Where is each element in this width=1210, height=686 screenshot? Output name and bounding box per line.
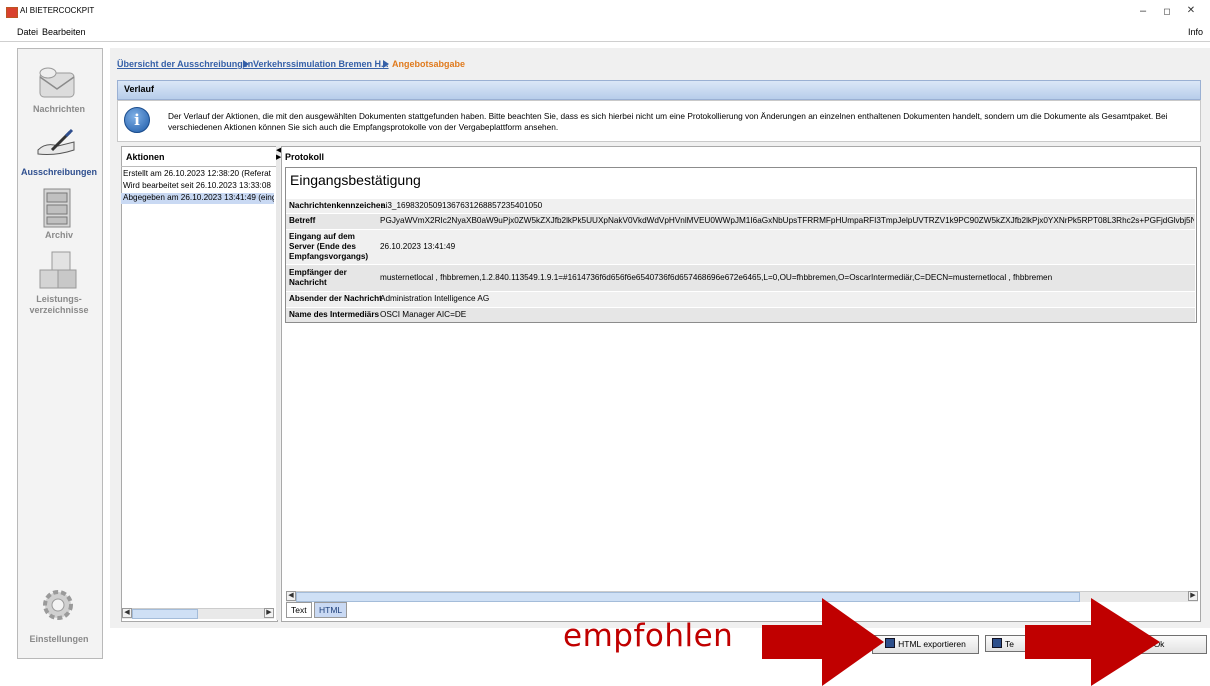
sidebar-item-ausschreibungen[interactable]: Ausschreibungen	[17, 167, 101, 177]
tab-text[interactable]: Text	[286, 602, 312, 618]
info-text: Der Verlauf der Aktionen, die mit den au…	[168, 111, 1188, 133]
window-title: AI BIETERCOCKPIT	[20, 6, 95, 15]
menu-bar	[0, 22, 1210, 42]
cabinet-icon[interactable]	[38, 187, 78, 231]
list-item-selected[interactable]: Abgegeben am 26.10.2023 13:41:49 (eing	[121, 193, 274, 204]
breadcrumb-arrow-icon	[243, 60, 249, 68]
save-disk-icon	[992, 638, 1002, 648]
scroll-left-icon[interactable]: ◀	[122, 608, 132, 618]
sidebar-item-archiv[interactable]: Archiv	[17, 230, 101, 240]
pen-icon[interactable]	[36, 128, 80, 158]
row-key: Empfänger der Nachricht	[289, 268, 347, 287]
aktionen-header: Aktionen	[126, 152, 165, 162]
section-header	[117, 80, 1201, 100]
sidebar-item-einstellungen[interactable]: Einstellungen	[17, 634, 101, 644]
minimize-button[interactable]: –	[1132, 4, 1154, 18]
row-value: Administration Intelligence AG	[380, 294, 490, 303]
row-key: Nachrichtenkennzeichen	[289, 201, 386, 210]
info-text-line1: Der Verlauf der Aktionen, die mit den au…	[168, 111, 1168, 121]
row-value: ai3_1698320509136763126885723540105​0	[381, 201, 543, 210]
envelope-icon[interactable]	[36, 63, 80, 103]
row-value: musternetlocal , fhbbremen,1.2.840.11354…	[380, 273, 1053, 282]
menu-datei[interactable]: Datei	[17, 27, 38, 37]
aktionen-panel	[121, 146, 278, 622]
list-item[interactable]: Erstellt am 26.10.2023 12:38:20 (Referat	[121, 169, 274, 180]
row-value: PGJyaWVmX2RIc2NyaXB0aW9uPjx0ZW5kZXJfb2lk…	[380, 216, 1194, 225]
app-logo-icon	[6, 7, 18, 18]
row-value: 26.10.2023 13:41:49	[380, 242, 456, 251]
boxes-icon[interactable]	[36, 250, 80, 292]
gear-icon[interactable]	[38, 585, 78, 625]
breadcrumb-angebotsabgabe: Angebotsabgabe	[392, 59, 466, 69]
protokoll-header: Protokoll	[285, 152, 325, 162]
annotation-arrow-icon	[1025, 598, 1160, 686]
sidebar-item-leistungsverzeichnisse[interactable]: Leistungs-	[17, 294, 101, 304]
row-key: Name des Intermediärs	[289, 310, 380, 319]
section-title: Verlauf	[124, 84, 155, 94]
row-key: Betreff	[289, 216, 316, 225]
html-export-button[interactable]: HTML exportieren	[872, 635, 979, 654]
row-value: OSCI Manager AIC=DE	[380, 310, 467, 319]
menu-info[interactable]: Info	[1188, 27, 1203, 37]
breadcrumb-verkehrssimulation[interactable]: Verkehrssimulation Bremen H...	[253, 59, 389, 69]
breadcrumb-uebersicht[interactable]: Übersicht der Ausschreibungen	[117, 59, 253, 69]
sidebar-item-leistungsverzeichnisse-line2[interactable]: verzeichnisse	[17, 305, 101, 315]
html-export-label: HTML exportieren	[898, 639, 966, 649]
sidebar-item-nachrichten[interactable]: Nachrichten	[17, 104, 101, 114]
divider	[121, 166, 276, 167]
scroll-right-icon[interactable]: ▶	[264, 608, 274, 618]
tab-html[interactable]: HTML	[314, 602, 348, 618]
scroll-right-icon[interactable]: ▶	[1188, 591, 1198, 601]
maximize-button[interactable]: ◻	[1156, 4, 1178, 18]
scroll-left-icon[interactable]: ◀	[286, 591, 296, 601]
menu-bearbeiten[interactable]: Bearbeiten	[42, 27, 86, 37]
row-key: Absender der Nachricht	[289, 294, 382, 303]
save-disk-icon	[885, 638, 896, 648]
breadcrumb-arrow-icon	[383, 60, 389, 68]
protokoll-scroll-thumb[interactable]	[296, 592, 1080, 602]
info-text-line2: verschiedenen Aktionen können Sie sich a…	[168, 122, 559, 132]
annotation-label: empfohlen	[563, 618, 734, 654]
close-button[interactable]: ✕	[1180, 4, 1202, 18]
list-item[interactable]: Wird bearbeitet seit 26.10.2023 13:33:08	[121, 181, 274, 192]
info-icon: i	[124, 107, 150, 133]
panel-splitter[interactable]	[276, 146, 280, 620]
annotation-arrow-icon	[762, 598, 884, 686]
document-title: Eingangsbestätigung	[290, 172, 421, 188]
text-export-label: Te	[1005, 639, 1014, 649]
title-bar	[0, 0, 1210, 22]
row-key: Eingang auf dem Server (Ende des Empfang…	[289, 232, 369, 261]
aktionen-scroll-thumb[interactable]	[132, 609, 198, 619]
